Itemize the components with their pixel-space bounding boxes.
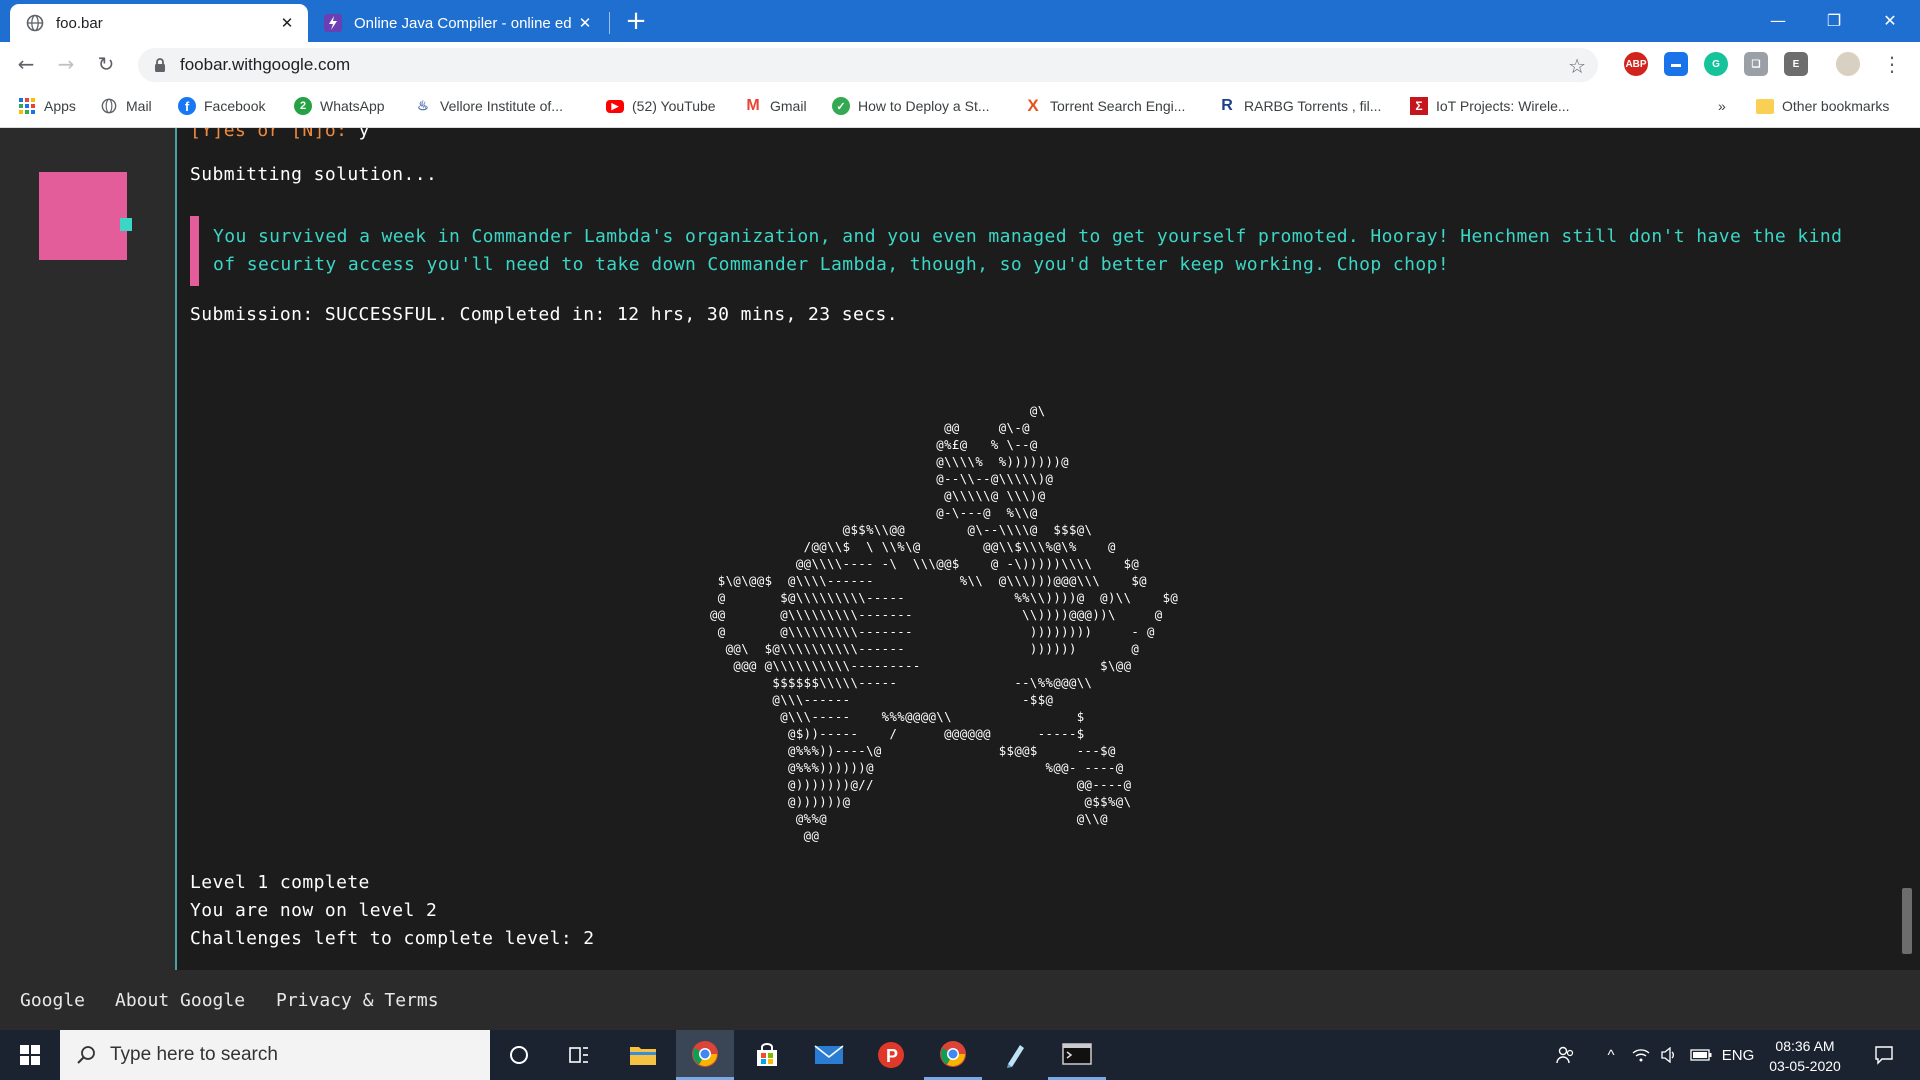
vit-logo-icon: ♨ [417, 98, 429, 113]
bookmark-deploy[interactable]: ✓ How to Deploy a St... [832, 94, 990, 118]
windows-taskbar: Type here to search P ^ ENG 08:36 AM 03-… [0, 1030, 1920, 1080]
notifications-icon[interactable] [1864, 1030, 1904, 1080]
forward-icon[interactable]: → [52, 50, 80, 78]
deploy-site-icon: ✓ [832, 97, 850, 115]
system-clock[interactable]: 08:36 AM 03-05-2020 [1760, 1036, 1850, 1076]
footer-link-google[interactable]: Google [20, 990, 85, 1011]
bookmark-iot[interactable]: Σ IoT Projects: Wirele... [1410, 94, 1570, 118]
cortana-icon[interactable] [490, 1030, 548, 1080]
youtube-icon: ▶ [606, 99, 624, 113]
avatar-eye [120, 218, 132, 231]
ascii-art-bunnies: @\ @@ @\-@ @%£@ % \--@ @\\\\% %)))))))@ … [710, 404, 1179, 843]
terminal-border [175, 128, 177, 970]
search-icon [76, 1045, 96, 1065]
iot-sigma-icon: Σ [1410, 97, 1428, 115]
psiphon-icon[interactable]: P [862, 1030, 920, 1080]
clock-time: 08:36 AM [1775, 1038, 1835, 1054]
svg-text:P: P [886, 1046, 898, 1066]
adblock-icon[interactable]: ABP [1624, 52, 1648, 76]
close-window-icon[interactable]: ✕ [1862, 0, 1918, 40]
chevron-up-icon[interactable]: ^ [1598, 1030, 1624, 1080]
close-tab-icon[interactable]: ✕ [276, 12, 298, 34]
task-view-icon[interactable] [550, 1030, 608, 1080]
microsoft-store-icon[interactable] [738, 1030, 796, 1080]
bookmark-mail[interactable]: Mail [100, 94, 152, 118]
language-indicator[interactable]: ENG [1718, 1030, 1758, 1080]
taskbar-search[interactable]: Type here to search [60, 1030, 490, 1080]
reload-icon[interactable]: ↻ [92, 50, 120, 78]
minimize-icon[interactable]: — [1750, 0, 1806, 40]
mail-icon[interactable] [800, 1030, 858, 1080]
screenshot-extension-icon[interactable]: ▬ [1664, 52, 1688, 76]
level-complete-line: Level 1 complete [190, 872, 370, 893]
prompt-line: [Y]es or [N]o: y [190, 128, 370, 141]
tab-separator [609, 12, 610, 34]
message-accent-bar [190, 216, 199, 286]
new-tab-button[interactable]: + [622, 8, 650, 36]
chrome-taskbar-icon[interactable] [676, 1030, 734, 1080]
promotion-message: You survived a week in Commander Lambda'… [213, 226, 1843, 275]
terminal-scrollbar[interactable] [1902, 888, 1912, 954]
torrent-x-icon: X [1027, 96, 1039, 115]
gmail-icon: M [746, 97, 760, 114]
globe-icon [26, 14, 44, 32]
current-level-line: You are now on level 2 [190, 900, 438, 921]
bookmark-star-icon[interactable]: ☆ [1568, 54, 1586, 78]
profile-avatar[interactable] [1836, 52, 1860, 76]
url-text: foobar.withgoogle.com [180, 55, 351, 74]
terminal[interactable]: [Y]es or [N]o: y Submitting solution... … [190, 128, 1890, 970]
bookmark-vellore[interactable]: ♨ Vellore Institute of... [414, 94, 563, 118]
volume-icon[interactable] [1656, 1030, 1682, 1080]
bookmark-apps[interactable]: Apps [18, 94, 76, 118]
grammarly-icon[interactable]: G [1704, 52, 1728, 76]
tab-foobar[interactable]: foo.bar ✕ [10, 4, 308, 42]
search-placeholder: Type here to search [110, 1044, 278, 1065]
submission-status: Submission: SUCCESSFUL. Completed in: 12… [190, 304, 898, 325]
challenges-left-line: Challenges left to complete level: 2 [190, 928, 595, 949]
restore-icon[interactable]: ❐ [1806, 0, 1862, 40]
chrome-profile-taskbar-icon[interactable] [924, 1030, 982, 1080]
bookmark-whatsapp[interactable]: 2 WhatsApp [294, 94, 385, 118]
notepad-icon[interactable] [986, 1030, 1044, 1080]
tab-java-compiler[interactable]: Online Java Compiler - online ed ✕ [316, 4, 606, 42]
tab-title: foo.bar [56, 14, 103, 32]
rarbg-icon: R [1221, 97, 1233, 114]
footer-link-about[interactable]: About Google [115, 990, 245, 1011]
tab-strip: foo.bar ✕ Online Java Compiler - online … [0, 0, 1920, 42]
bookmark-gmail[interactable]: M Gmail [744, 94, 806, 118]
footer-link-privacy[interactable]: Privacy & Terms [276, 990, 439, 1011]
bookmark-rarbg[interactable]: R RARBG Torrents , fil... [1218, 94, 1381, 118]
submitting-line: Submitting solution... [190, 164, 438, 185]
lock-icon[interactable] [152, 57, 168, 73]
whatsapp-icon: 2 [294, 97, 312, 115]
terminal-taskbar-icon[interactable] [1048, 1030, 1106, 1080]
bookmark-torrent-search[interactable]: X Torrent Search Engi... [1024, 94, 1185, 118]
clock-date: 03-05-2020 [1769, 1058, 1841, 1074]
lambda-avatar [39, 172, 127, 260]
people-icon[interactable] [1550, 1030, 1580, 1080]
lightning-icon [324, 14, 342, 32]
address-bar[interactable]: foobar.withgoogle.com ☆ [138, 48, 1598, 82]
e-extension-icon[interactable]: E [1784, 52, 1808, 76]
bookmarks-bar: Apps Mail f Facebook 2 WhatsApp ♨ Vellor… [0, 86, 1920, 128]
tab-title: Online Java Compiler - online ed [354, 14, 572, 32]
menu-icon[interactable]: ⋮ [1878, 50, 1906, 78]
windows-start-icon[interactable] [0, 1030, 60, 1080]
copy-extension-icon[interactable]: ❏ [1744, 52, 1768, 76]
globe-icon [100, 97, 118, 115]
apps-grid-icon [18, 97, 36, 115]
other-bookmarks[interactable]: Other bookmarks [1756, 94, 1889, 118]
facebook-icon: f [178, 97, 196, 115]
bookmarks-overflow-icon[interactable]: » [1718, 94, 1726, 118]
back-icon[interactable]: ← [12, 50, 40, 78]
foobar-page: [Y]es or [N]o: y Submitting solution... … [0, 128, 1920, 970]
folder-icon [1756, 98, 1774, 114]
wifi-icon[interactable] [1628, 1030, 1654, 1080]
file-explorer-icon[interactable] [614, 1030, 672, 1080]
bookmark-youtube[interactable]: ▶ (52) YouTube [606, 94, 716, 118]
page-footer: Google About Google Privacy & Terms [0, 970, 1920, 1030]
battery-icon[interactable] [1686, 1030, 1716, 1080]
close-tab-icon[interactable]: ✕ [574, 12, 596, 34]
bookmark-facebook[interactable]: f Facebook [178, 94, 265, 118]
